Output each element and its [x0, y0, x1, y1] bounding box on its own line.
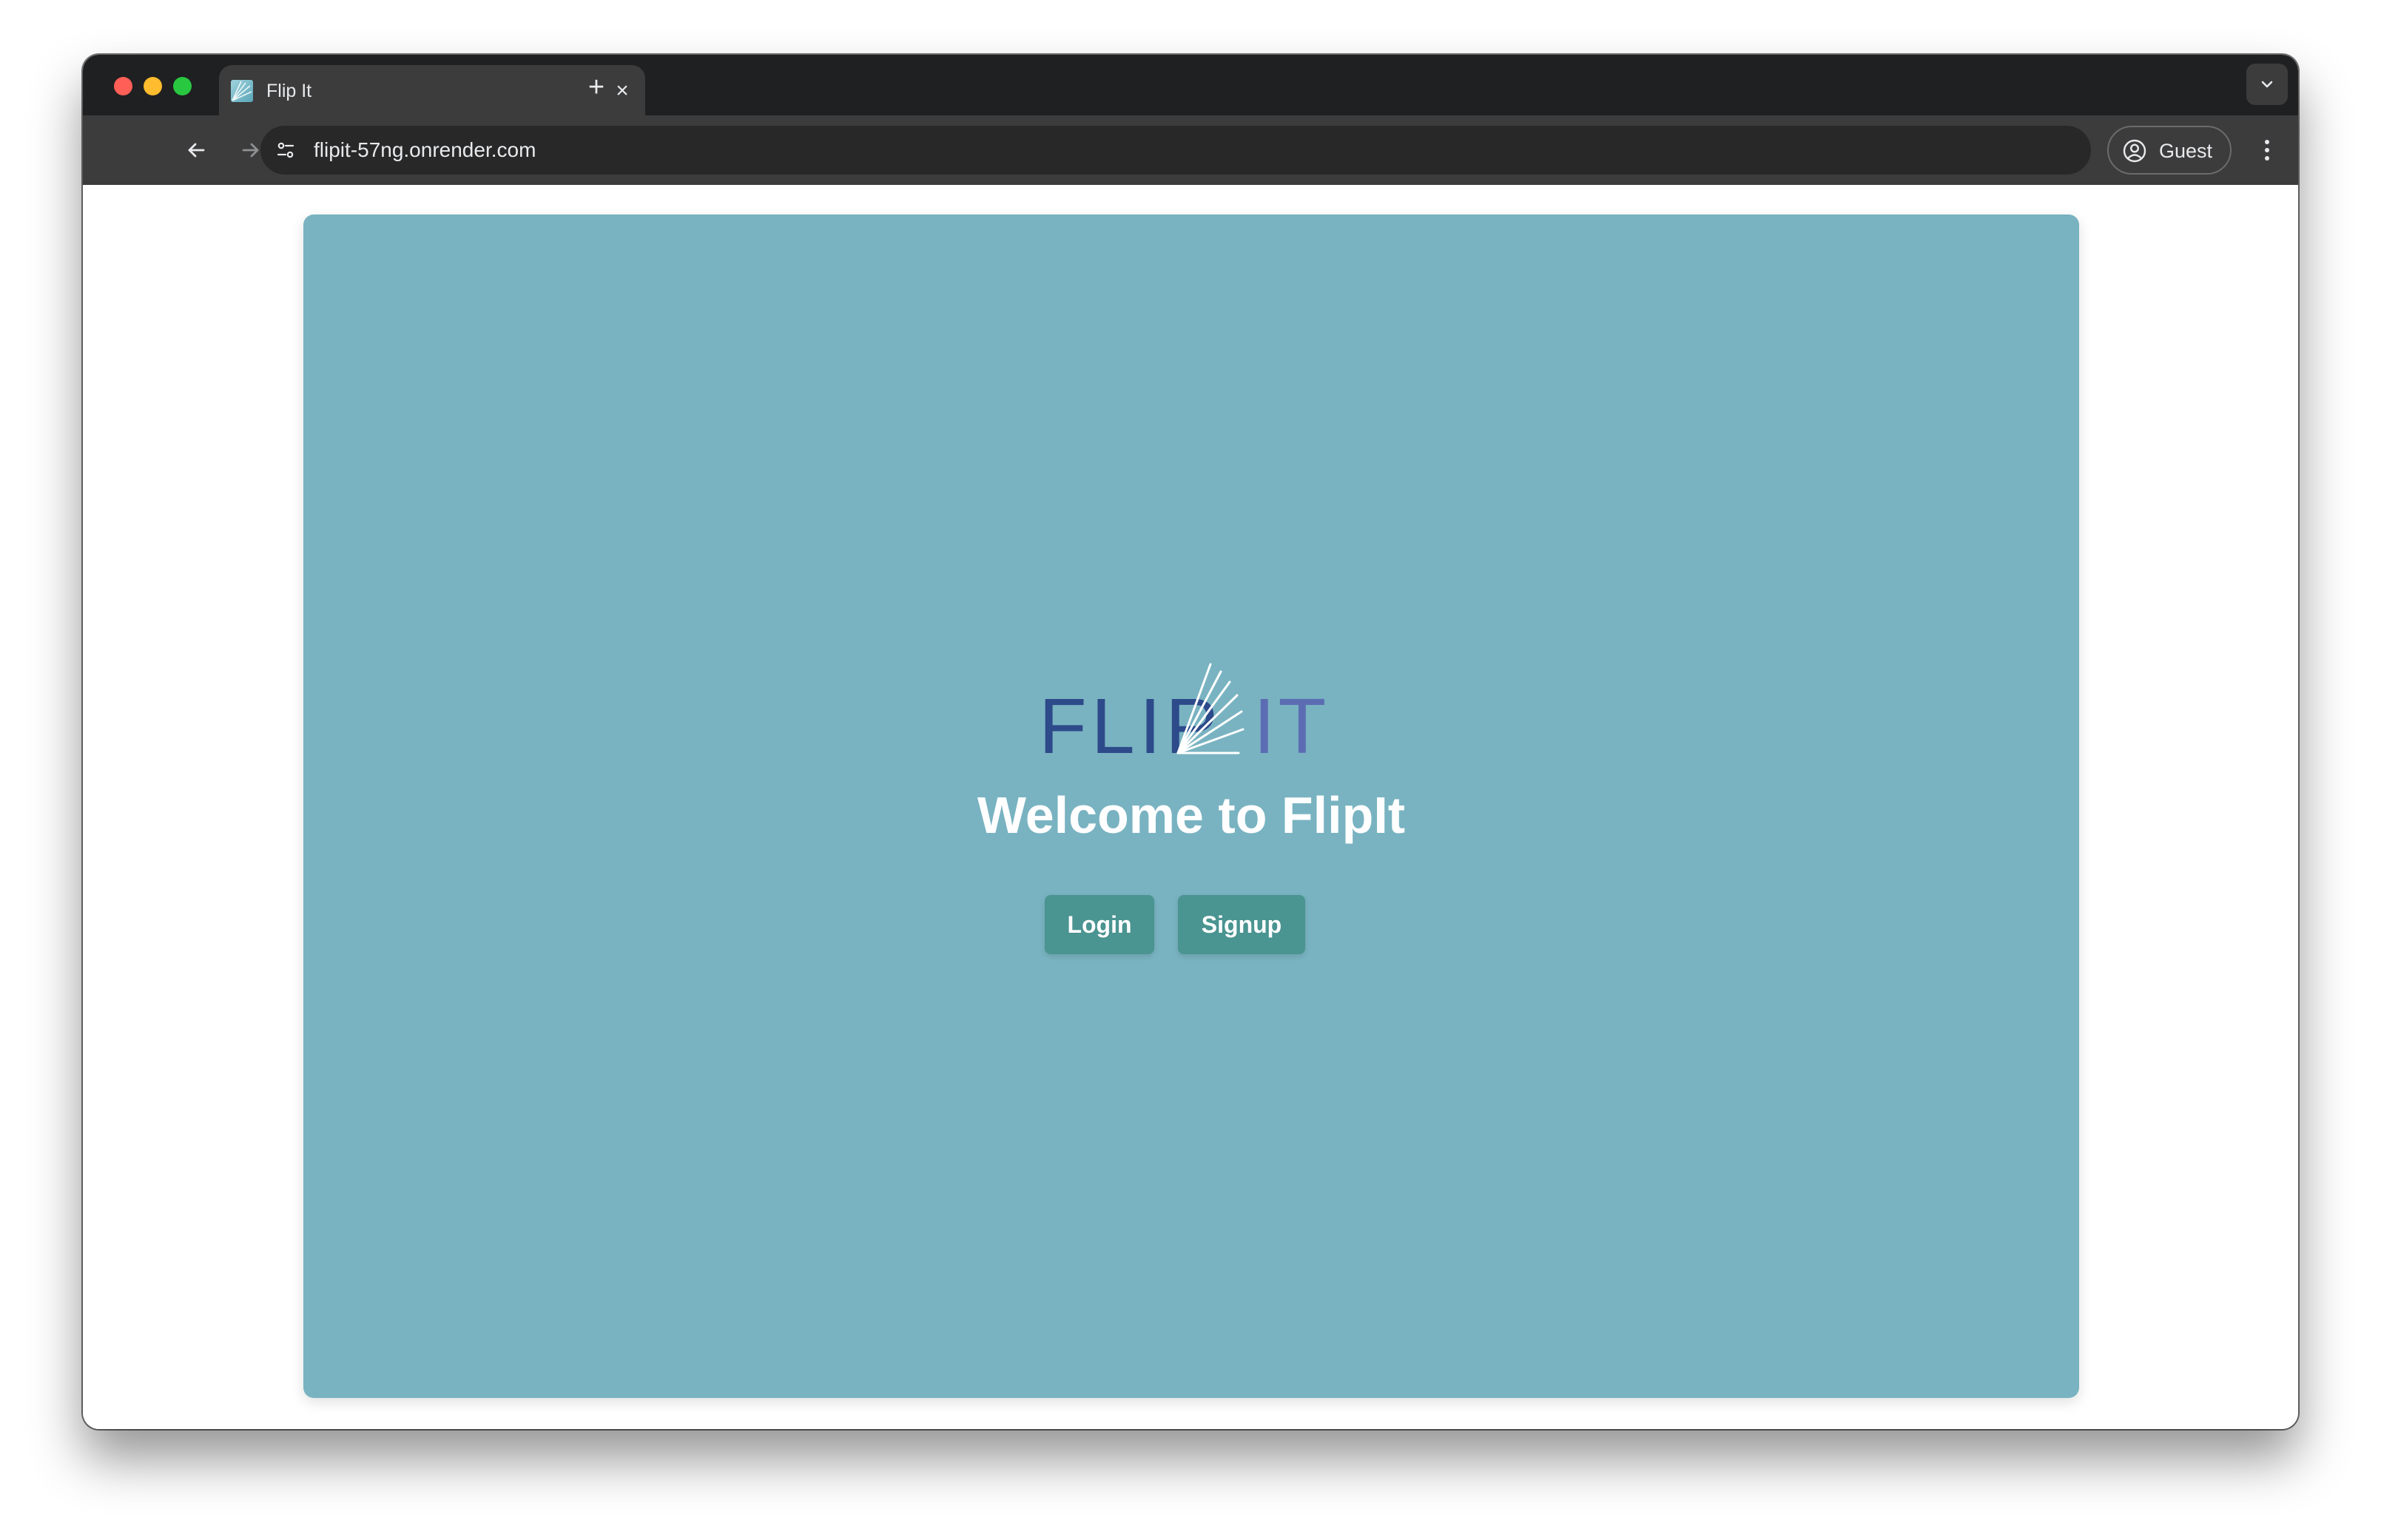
- tab-title: Flip It: [266, 81, 312, 101]
- flipit-logo: FLIP IT: [1043, 663, 1329, 759]
- signup-button[interactable]: Signup: [1178, 895, 1305, 954]
- arrow-left-icon[interactable]: [179, 133, 213, 167]
- profile-button[interactable]: Guest: [2107, 126, 2232, 175]
- welcome-card: FLIP IT Welcome to FlipIt Login Signup: [303, 215, 2079, 1398]
- browser-toolbar: flipit-57ng.onrender.com Guest: [83, 115, 2298, 185]
- plus-icon[interactable]: +: [580, 71, 613, 104]
- flipit-favicon-icon: [231, 80, 253, 102]
- url-text: flipit-57ng.onrender.com: [314, 138, 536, 161]
- tab-strip: Flip It × +: [83, 55, 2298, 115]
- chevron-down-icon[interactable]: [2246, 64, 2288, 105]
- page-viewport: FLIP IT Welcome to FlipIt Login Signup: [83, 185, 2298, 1429]
- account-circle-icon: [2123, 139, 2146, 163]
- profile-label: Guest: [2159, 140, 2213, 162]
- maximize-window-button[interactable]: [173, 77, 192, 95]
- address-bar[interactable]: flipit-57ng.onrender.com: [260, 126, 2091, 175]
- browser-window: Flip It × + flipit-57ng.onrender.com Gue…: [83, 55, 2298, 1429]
- minimize-window-button[interactable]: [144, 77, 162, 95]
- logo-text-it: IT: [1253, 683, 1329, 759]
- more-vert-icon[interactable]: [2252, 132, 2282, 169]
- close-window-button[interactable]: [114, 77, 132, 95]
- tune-icon[interactable]: [268, 132, 303, 168]
- close-icon[interactable]: ×: [610, 78, 635, 104]
- page-title: Welcome to FlipIt: [977, 786, 1406, 844]
- login-button[interactable]: Login: [1045, 895, 1154, 954]
